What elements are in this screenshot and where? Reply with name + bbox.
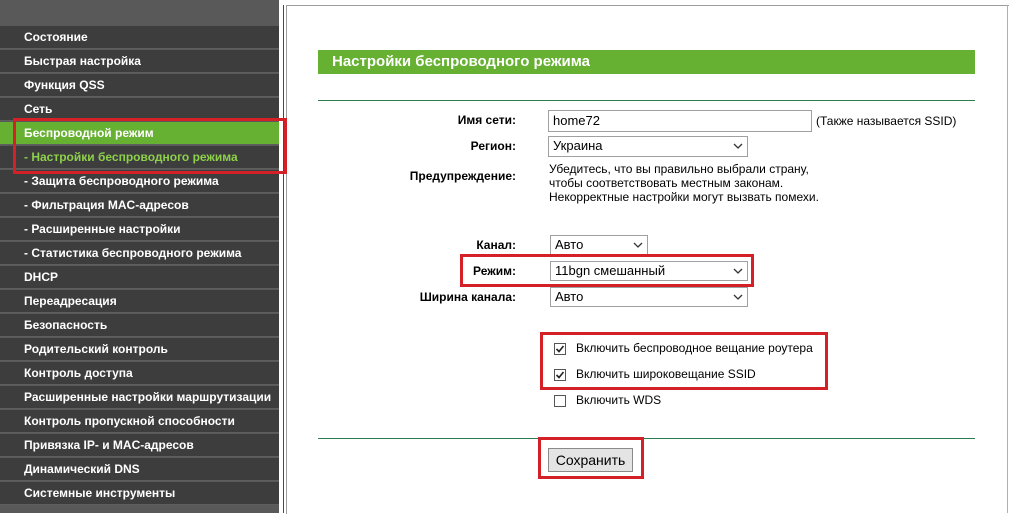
checkmark-icon [555, 371, 565, 379]
frame-separator-line [283, 5, 284, 513]
save-button[interactable]: Сохранить [548, 448, 633, 472]
sidebar-nav: Состояние Быстрая настройка Функция QSS … [0, 0, 280, 513]
mode-label: Режим: [473, 264, 516, 278]
chevron-down-icon [733, 268, 743, 274]
channel-width-select-value: Авто [555, 289, 584, 304]
chevron-down-icon [633, 242, 643, 248]
ssid-input[interactable]: home72 [548, 110, 812, 132]
sidebar-item-system-tools[interactable]: Системные инструменты [0, 482, 279, 505]
checkmark-icon [555, 345, 565, 353]
sidebar-item-ddns[interactable]: Динамический DNS [0, 458, 279, 481]
broadcast-checkbox[interactable] [554, 343, 566, 355]
region-label: Регион: [470, 139, 516, 153]
ssid-broadcast-checkbox-label: Включить широковещание SSID [576, 367, 756, 381]
region-select[interactable]: Украина [548, 136, 748, 157]
channel-width-select[interactable]: Авто [550, 287, 748, 307]
channel-select[interactable]: Авто [550, 235, 648, 255]
chevron-down-icon [733, 294, 743, 300]
sidebar-item-dhcp[interactable]: DHCP [0, 266, 279, 289]
sidebar-item-quick-setup[interactable]: Быстрая настройка [0, 50, 279, 73]
chevron-down-icon [733, 143, 743, 149]
ssid-label: Имя сети: [457, 113, 516, 127]
sidebar-item-parental-control[interactable]: Родительский контроль [0, 338, 279, 361]
warning-line-3: Некорректные настройки могут вызвать пом… [549, 190, 819, 204]
mode-select[interactable]: 11bgn смешанный [550, 261, 748, 281]
broadcast-checkbox-label: Включить беспроводное вещание роутера [576, 341, 813, 355]
sidebar-item-status[interactable]: Состояние [0, 26, 279, 49]
wds-checkbox[interactable] [554, 395, 566, 407]
sidebar-item-forwarding[interactable]: Переадресация [0, 290, 279, 313]
sidebar-item-advanced-routing[interactable]: Расширенные настройки маршрутизации [0, 386, 279, 409]
sidebar-item-security[interactable]: Безопасность [0, 314, 279, 337]
region-select-value: Украина [553, 138, 603, 153]
warning-line-2: чтобы соответствовать местным законам. [549, 176, 784, 190]
sidebar-top-strip [0, 0, 280, 25]
channel-width-label: Ширина канала: [419, 290, 516, 304]
channel-select-value: Авто [555, 237, 584, 252]
sidebar-item-wireless-advanced[interactable]: - Расширенные настройки [0, 218, 279, 241]
warning-line-1: Убедитесь, что вы правильно выбрали стра… [549, 162, 809, 176]
channel-label: Канал: [476, 238, 516, 252]
divider-top [318, 100, 975, 101]
sidebar-item-qss[interactable]: Функция QSS [0, 74, 279, 97]
ssid-note: (Также называется SSID) [816, 114, 957, 128]
wds-checkbox-label: Включить WDS [576, 393, 662, 407]
sidebar-item-bandwidth-control[interactable]: Контроль пропускной способности [0, 410, 279, 433]
sidebar-item-access-control[interactable]: Контроль доступа [0, 362, 279, 385]
sidebar-item-wireless-statistics[interactable]: - Статистика беспроводного режима [0, 242, 279, 265]
ssid-broadcast-checkbox[interactable] [554, 369, 566, 381]
page-title: Настройки беспроводного режима [318, 50, 975, 74]
sidebar-item-mac-filtering[interactable]: - Фильтрация MAC-адресов [0, 194, 279, 217]
scroll-edge [1007, 5, 1008, 513]
sidebar-item-ip-mac-binding[interactable]: Привязка IP- и MAC-адресов [0, 434, 279, 457]
warning-label: Предупреждение: [409, 169, 516, 183]
mode-select-value: 11bgn смешанный [555, 263, 666, 278]
highlight-box-menu [13, 118, 287, 174]
divider-bottom [318, 438, 975, 439]
